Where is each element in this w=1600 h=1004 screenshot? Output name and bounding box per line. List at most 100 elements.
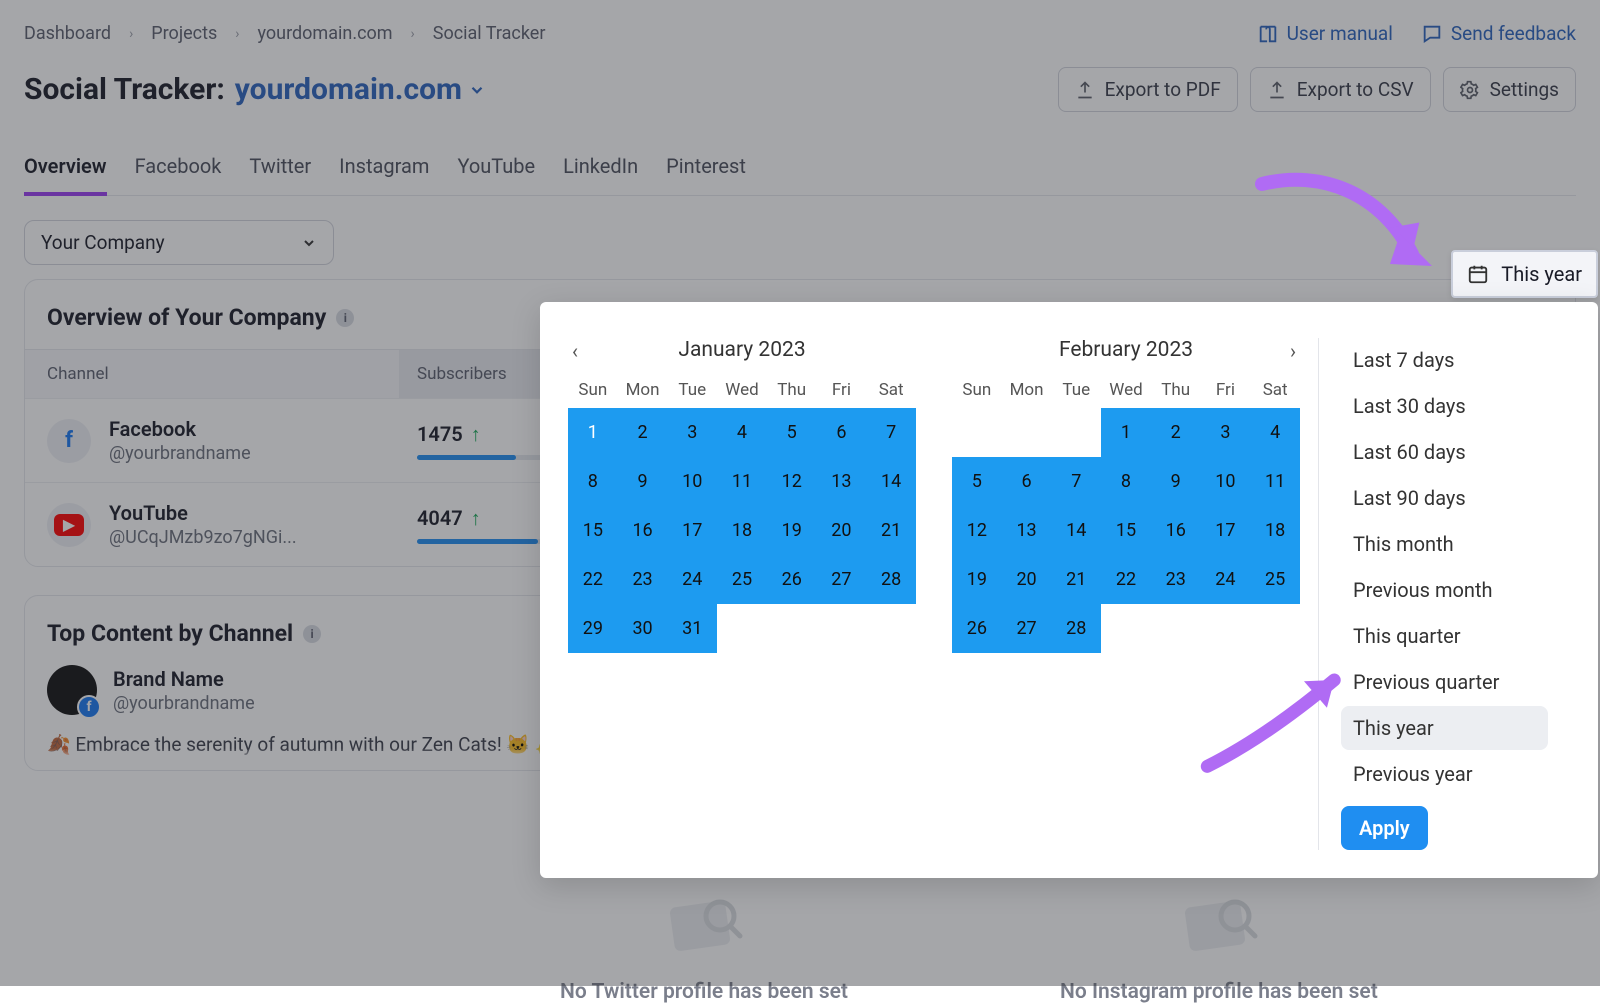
- calendar-day[interactable]: 15: [568, 506, 618, 555]
- calendar-day[interactable]: 21: [866, 506, 916, 555]
- preset-this-month[interactable]: This month: [1341, 522, 1548, 566]
- calendar-day[interactable]: 19: [952, 555, 1002, 604]
- calendar-day-empty: [1051, 408, 1101, 457]
- calendar-day[interactable]: 26: [767, 555, 817, 604]
- calendar-day[interactable]: 13: [817, 457, 867, 506]
- calendar-day-empty: [1002, 408, 1052, 457]
- calendar-day[interactable]: 24: [667, 555, 717, 604]
- weekday-row: SunMonTueWedThuFriSat: [952, 380, 1300, 400]
- calendar-day[interactable]: 22: [1101, 555, 1151, 604]
- date-range-toggle[interactable]: This year: [1451, 250, 1598, 298]
- calendar-day[interactable]: 20: [1002, 555, 1052, 604]
- calendar-months: January 2023‹SunMonTueWedThuFriSat123456…: [568, 338, 1300, 850]
- calendar-day[interactable]: 17: [667, 506, 717, 555]
- calendar-day[interactable]: 6: [1002, 457, 1052, 506]
- calendar-day[interactable]: 6: [817, 408, 867, 457]
- calendar-day[interactable]: 16: [1151, 506, 1201, 555]
- calendar-day[interactable]: 25: [717, 555, 767, 604]
- calendar-day[interactable]: 19: [767, 506, 817, 555]
- next-month-button[interactable]: ›: [1280, 338, 1306, 364]
- calendar-day[interactable]: 1: [1101, 408, 1151, 457]
- calendar-day[interactable]: 31: [667, 604, 717, 653]
- calendar-day[interactable]: 12: [767, 457, 817, 506]
- calendar-day[interactable]: 8: [1101, 457, 1151, 506]
- calendar-day[interactable]: 3: [667, 408, 717, 457]
- apply-button[interactable]: Apply: [1341, 806, 1428, 850]
- calendar-day[interactable]: 11: [1250, 457, 1300, 506]
- preset-this-year[interactable]: This year: [1341, 706, 1548, 750]
- weekday-label: Sun: [952, 380, 1002, 400]
- weekday-label: Thu: [1151, 380, 1201, 400]
- calendar-day[interactable]: 26: [952, 604, 1002, 653]
- calendar-day[interactable]: 23: [1151, 555, 1201, 604]
- calendar-day[interactable]: 7: [1051, 457, 1101, 506]
- calendar-day[interactable]: 8: [568, 457, 618, 506]
- calendar-day[interactable]: 14: [866, 457, 916, 506]
- calendar-day[interactable]: 17: [1201, 506, 1251, 555]
- preset-column: Last 7 daysLast 30 daysLast 60 daysLast …: [1318, 338, 1548, 850]
- calendar-day[interactable]: 16: [618, 506, 668, 555]
- calendar-day[interactable]: 18: [1250, 506, 1300, 555]
- calendar-day[interactable]: 9: [618, 457, 668, 506]
- calendar-day[interactable]: 14: [1051, 506, 1101, 555]
- weekday-label: Wed: [717, 380, 767, 400]
- calendar-day[interactable]: 5: [952, 457, 1002, 506]
- calendar-day[interactable]: 2: [618, 408, 668, 457]
- calendar-day[interactable]: 21: [1051, 555, 1101, 604]
- calendar-grid: 1234567891011121314151617181920212223242…: [952, 408, 1300, 653]
- weekday-row: SunMonTueWedThuFriSat: [568, 380, 916, 400]
- calendar-day[interactable]: 4: [717, 408, 767, 457]
- calendar-day-empty: [952, 408, 1002, 457]
- preset-this-quarter[interactable]: This quarter: [1341, 614, 1548, 658]
- calendar-day[interactable]: 12: [952, 506, 1002, 555]
- weekday-label: Sat: [866, 380, 916, 400]
- calendar-day[interactable]: 7: [866, 408, 916, 457]
- calendar-day[interactable]: 2: [1151, 408, 1201, 457]
- calendar-day[interactable]: 10: [1201, 457, 1251, 506]
- weekday-label: Wed: [1101, 380, 1151, 400]
- preset-previous-quarter[interactable]: Previous quarter: [1341, 660, 1548, 704]
- calendar-day[interactable]: 1: [568, 408, 618, 457]
- weekday-label: Tue: [667, 380, 717, 400]
- calendar-day[interactable]: 9: [1151, 457, 1201, 506]
- date-picker: January 2023‹SunMonTueWedThuFriSat123456…: [540, 302, 1598, 878]
- calendar-month: February 2023›SunMonTueWedThuFriSat12345…: [952, 338, 1300, 850]
- weekday-label: Mon: [1002, 380, 1052, 400]
- calendar-day[interactable]: 28: [866, 555, 916, 604]
- date-range-label: This year: [1501, 262, 1582, 286]
- preset-last-60-days[interactable]: Last 60 days: [1341, 430, 1548, 474]
- calendar-day[interactable]: 10: [667, 457, 717, 506]
- weekday-label: Mon: [618, 380, 668, 400]
- calendar-day[interactable]: 18: [717, 506, 767, 555]
- calendar-month: January 2023‹SunMonTueWedThuFriSat123456…: [568, 338, 916, 850]
- calendar-day[interactable]: 28: [1051, 604, 1101, 653]
- calendar-day[interactable]: 24: [1201, 555, 1251, 604]
- calendar-day[interactable]: 13: [1002, 506, 1052, 555]
- calendar-day[interactable]: 20: [817, 506, 867, 555]
- preset-last-7-days[interactable]: Last 7 days: [1341, 338, 1548, 382]
- calendar-day[interactable]: 5: [767, 408, 817, 457]
- calendar-day[interactable]: 29: [568, 604, 618, 653]
- calendar-day[interactable]: 4: [1250, 408, 1300, 457]
- calendar-day[interactable]: 15: [1101, 506, 1151, 555]
- calendar-day[interactable]: 25: [1250, 555, 1300, 604]
- preset-previous-year[interactable]: Previous year: [1341, 752, 1548, 796]
- calendar-icon: [1467, 263, 1489, 285]
- calendar-day[interactable]: 22: [568, 555, 618, 604]
- calendar-day[interactable]: 11: [717, 457, 767, 506]
- preset-previous-month[interactable]: Previous month: [1341, 568, 1548, 612]
- calendar-day[interactable]: 27: [1002, 604, 1052, 653]
- preset-last-90-days[interactable]: Last 90 days: [1341, 476, 1548, 520]
- preset-last-30-days[interactable]: Last 30 days: [1341, 384, 1548, 428]
- month-title: February 2023›: [952, 338, 1300, 362]
- weekday-label: Fri: [817, 380, 867, 400]
- weekday-label: Fri: [1201, 380, 1251, 400]
- weekday-label: Thu: [767, 380, 817, 400]
- month-title: January 2023‹: [568, 338, 916, 362]
- calendar-day[interactable]: 3: [1201, 408, 1251, 457]
- calendar-grid: 1234567891011121314151617181920212223242…: [568, 408, 916, 653]
- calendar-day[interactable]: 23: [618, 555, 668, 604]
- prev-month-button[interactable]: ‹: [562, 338, 588, 364]
- calendar-day[interactable]: 30: [618, 604, 668, 653]
- calendar-day[interactable]: 27: [817, 555, 867, 604]
